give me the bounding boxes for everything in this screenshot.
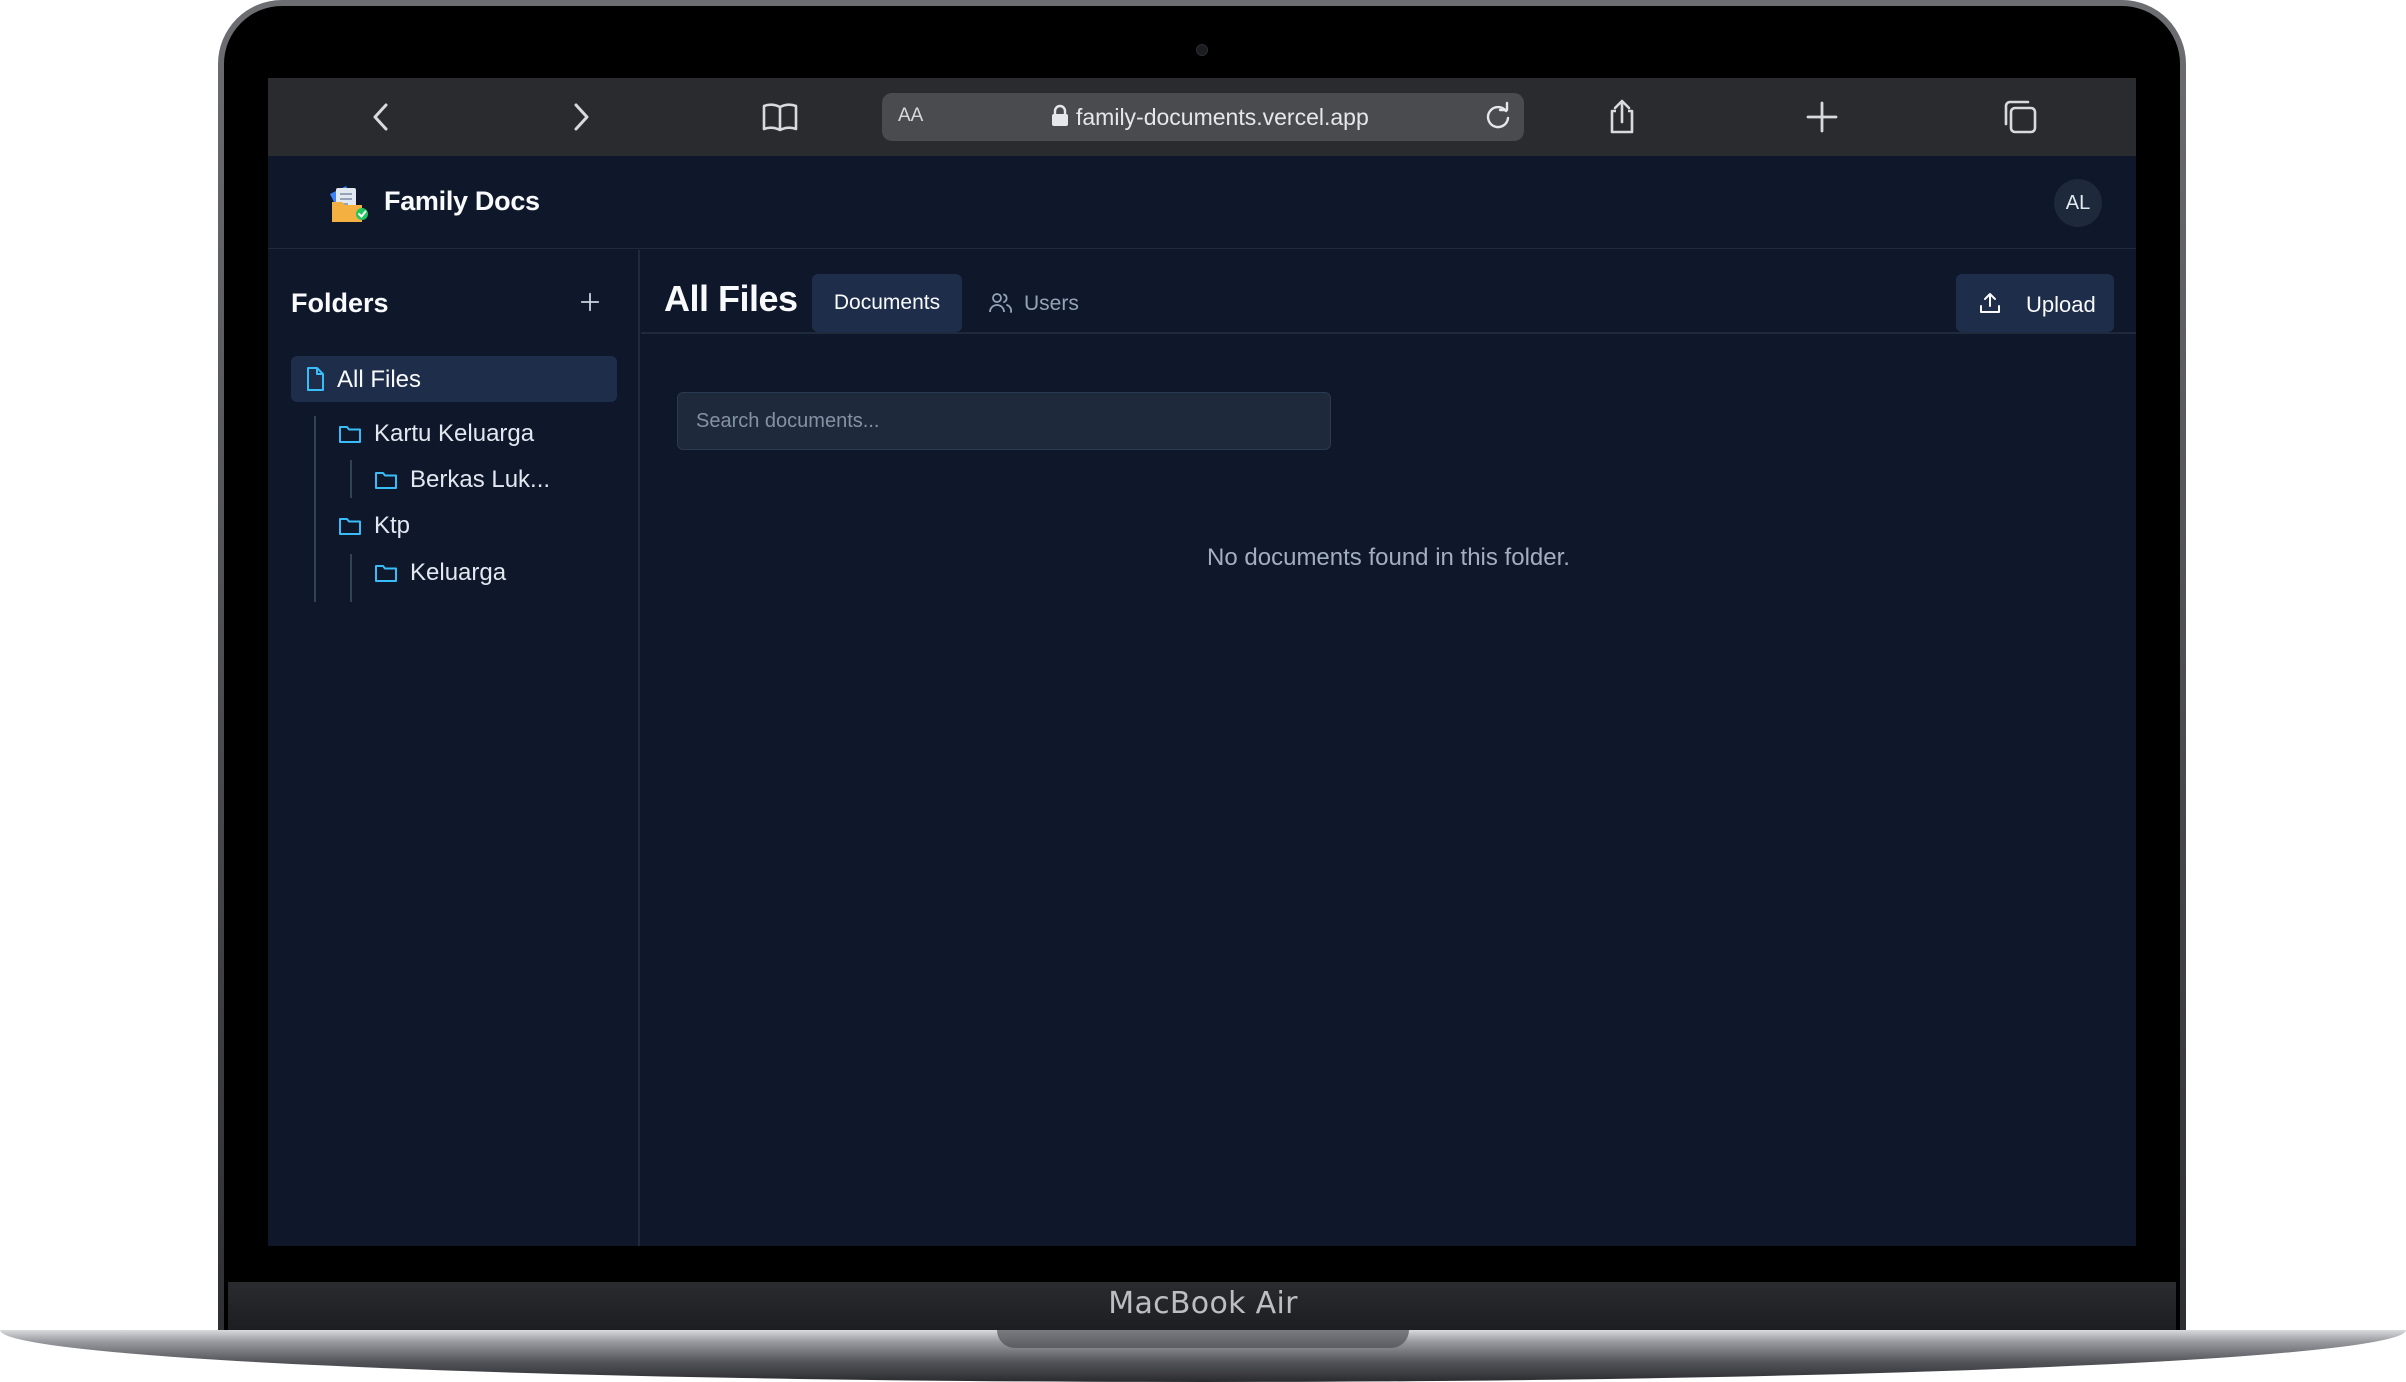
lock-icon [1052, 104, 1068, 126]
folder-icon [375, 472, 397, 489]
folder-icon [375, 565, 397, 582]
laptop-notch [997, 1330, 1409, 1348]
camera-icon [1196, 44, 1208, 56]
browser-toolbar: AA family-documents.vercel.app [268, 78, 2136, 156]
app-logo-icon [330, 186, 368, 222]
tab-documents[interactable]: Documents [812, 274, 962, 332]
tab-users[interactable]: Users [978, 274, 1098, 332]
app-name[interactable]: Family Docs [384, 186, 540, 217]
folder-item[interactable]: Kartu Keluarga [338, 416, 578, 452]
screen: AA family-documents.vercel.app Family Do… [268, 78, 2136, 1246]
folder-label: Berkas Luk... [410, 466, 551, 493]
folder-label: Kartu Keluarga [374, 420, 535, 447]
sidebar-item-all-files[interactable]: All Files [291, 356, 617, 402]
folder-item[interactable]: Berkas Luk... [374, 462, 574, 498]
tree-guide-line [350, 460, 352, 498]
folder-icon [339, 426, 361, 443]
bookmarks-icon[interactable] [760, 97, 800, 137]
file-icon [307, 367, 324, 391]
reload-icon[interactable] [1482, 101, 1514, 133]
tree-guide-line [350, 554, 352, 602]
sidebar: Folders All Files Kartu Keluarga Berkas … [268, 250, 640, 1246]
upload-button[interactable]: Upload [1956, 274, 2114, 332]
folder-label: Keluarga [410, 559, 507, 586]
new-tab-icon[interactable] [1802, 97, 1842, 137]
tabs-icon[interactable] [2000, 97, 2040, 137]
address-bar[interactable]: AA family-documents.vercel.app [882, 93, 1524, 141]
tab-label: Users [1024, 292, 1079, 315]
url-text: family-documents.vercel.app [1076, 104, 1369, 130]
tree-guide-line [314, 416, 316, 602]
share-icon[interactable] [1602, 97, 1642, 137]
app-header: Family Docs AL [268, 156, 2136, 249]
text-size-button[interactable]: AA [898, 105, 923, 127]
avatar[interactable]: AL [2054, 179, 2102, 227]
empty-state-message: No documents found in this folder. [1207, 544, 1570, 571]
folder-item[interactable]: Keluarga [374, 555, 574, 591]
page-title: All Files [664, 278, 798, 319]
search-input[interactable] [677, 392, 1331, 450]
folder-label: Ktp [374, 512, 411, 539]
back-icon[interactable] [362, 97, 402, 137]
add-folder-button[interactable] [574, 286, 606, 318]
upload-label: Upload [2026, 292, 2096, 317]
folder-icon [339, 518, 361, 535]
sidebar-title: Folders [291, 288, 389, 318]
upload-icon [1980, 293, 2000, 313]
forward-icon[interactable] [560, 97, 600, 137]
main-toolbar: All Files Documents Users Upload [641, 250, 2136, 334]
device-label: MacBook Air [1108, 1286, 1298, 1321]
folder-item[interactable]: Ktp [338, 508, 538, 544]
users-icon [989, 293, 1013, 313]
sidebar-item-label: All Files [337, 366, 422, 393]
plus-icon [580, 292, 600, 312]
